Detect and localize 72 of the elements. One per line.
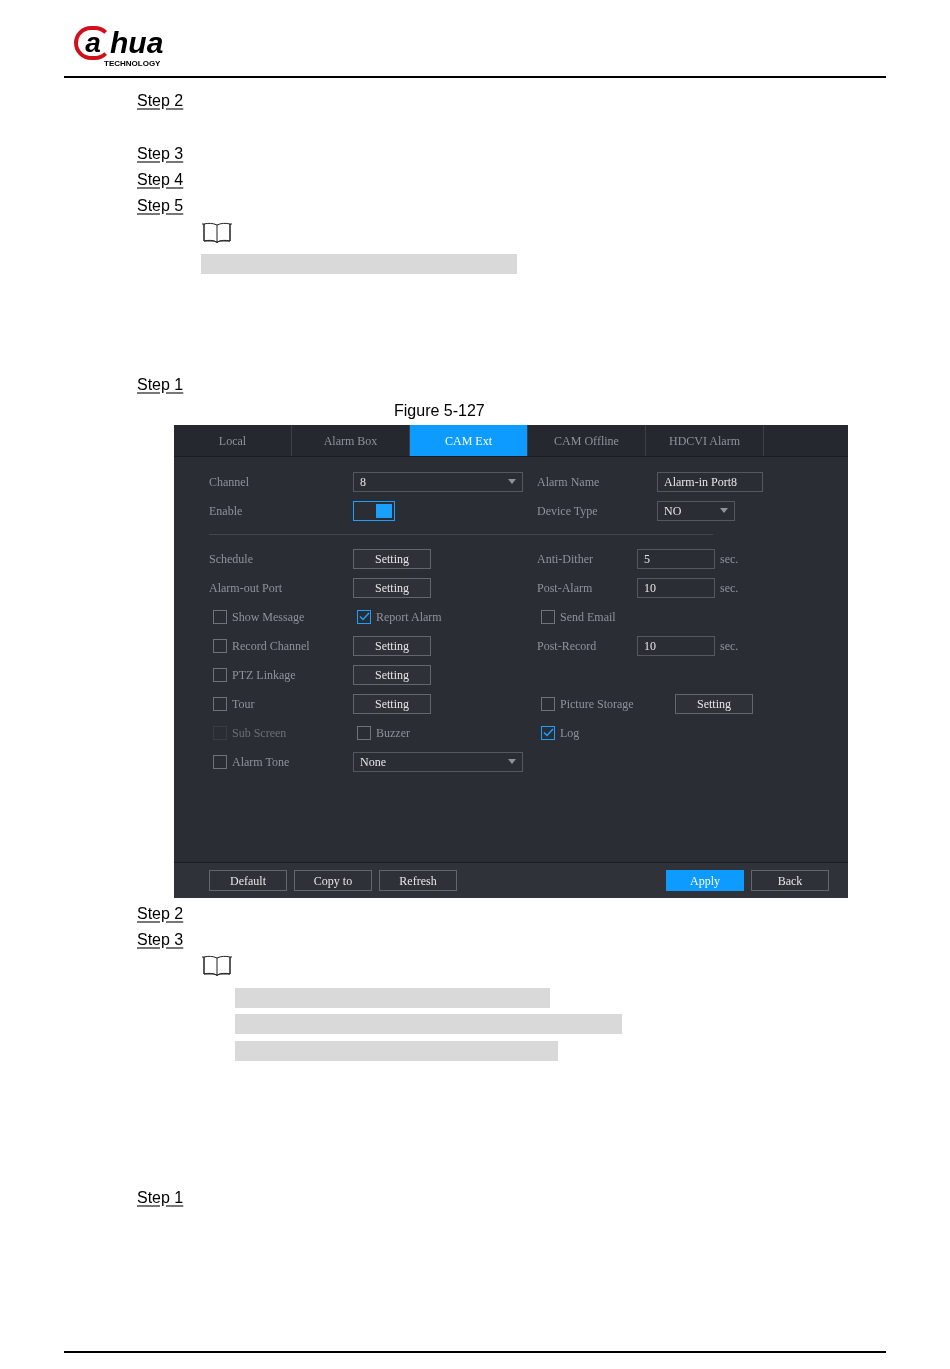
- checkbox[interactable]: [213, 638, 227, 653]
- checkbox-label: Buzzer: [376, 724, 410, 742]
- checkbox-label: Record Channel: [232, 637, 310, 655]
- tab[interactable]: HDCVI Alarm: [646, 425, 764, 456]
- checkbox[interactable]: [213, 754, 227, 769]
- checkbox-label: Sub Screen: [232, 724, 287, 742]
- checkbox-label: Tour: [232, 695, 255, 713]
- step-label: Step 1: [137, 375, 184, 395]
- checkbox-label: PTZ Linkage: [232, 666, 296, 684]
- setting-button[interactable]: Setting: [353, 693, 431, 714]
- dropdown[interactable]: NO: [657, 500, 735, 521]
- field-label: Post-Record: [537, 637, 597, 655]
- caret-icon: [508, 479, 516, 484]
- text-field[interactable]: 10: [637, 635, 715, 656]
- tab[interactable]: Local: [174, 425, 292, 456]
- toggle-switch[interactable]: [353, 500, 395, 521]
- field-label: Channel: [209, 473, 249, 491]
- checkbox[interactable]: [541, 725, 555, 740]
- footer-button[interactable]: Refresh: [379, 870, 457, 891]
- logo-tagline: TECHNOLOGY: [104, 60, 162, 68]
- field-label: Post-Alarm: [537, 579, 593, 597]
- checkbox[interactable]: [357, 609, 371, 624]
- setting-button[interactable]: Setting: [353, 548, 431, 569]
- setting-button[interactable]: Setting: [353, 635, 431, 656]
- checkbox-label: Send Email: [560, 608, 616, 626]
- footer-button[interactable]: Back: [751, 870, 829, 891]
- dropdown[interactable]: None: [353, 751, 523, 772]
- checkmark-icon: [358, 612, 370, 621]
- step-label: Step 3: [137, 144, 184, 164]
- unit-label: sec.: [720, 550, 739, 568]
- checkbox[interactable]: [213, 667, 227, 682]
- text-field[interactable]: 10: [637, 577, 715, 598]
- step-label: Step 2: [137, 91, 184, 111]
- field-label: Alarm Name: [537, 473, 600, 491]
- text-field[interactable]: Alarm-in Port8: [657, 471, 763, 492]
- checkbox-label: Picture Storage: [560, 695, 634, 713]
- caret-icon: [720, 508, 728, 513]
- checkbox[interactable]: [541, 696, 555, 711]
- setting-button[interactable]: Setting: [353, 664, 431, 685]
- setting-button[interactable]: Setting: [353, 577, 431, 598]
- footer-button[interactable]: Copy to: [294, 870, 372, 891]
- unit-label: sec.: [720, 579, 739, 597]
- checkbox-label: Log: [560, 724, 580, 742]
- step-label: Step 2: [137, 904, 184, 924]
- step-label: Step 3: [137, 930, 184, 950]
- field-label: Enable: [209, 502, 243, 520]
- logo-wordmark: hua: [110, 28, 164, 58]
- dropdown[interactable]: 8: [353, 471, 523, 492]
- field-label: Alarm-out Port: [209, 579, 282, 597]
- step-label: Step 1: [137, 1188, 184, 1208]
- field-label: Anti-Dither: [537, 550, 593, 568]
- checkbox[interactable]: [213, 609, 227, 624]
- checkbox[interactable]: [213, 696, 227, 711]
- figure-caption: Figure 5-127: [394, 401, 485, 421]
- unit-label: sec.: [720, 637, 739, 655]
- checkbox-label: Show Message: [232, 608, 305, 626]
- step-label: Step 4: [137, 170, 184, 190]
- checkbox-label: Report Alarm: [376, 608, 442, 626]
- field-label: Schedule: [209, 550, 253, 568]
- footer-button[interactable]: Default: [209, 870, 287, 891]
- checkbox[interactable]: [541, 609, 555, 624]
- caret-icon: [508, 759, 516, 764]
- text-field[interactable]: 5: [637, 548, 715, 569]
- tab[interactable]: CAM Offline: [528, 425, 646, 456]
- checkbox-label: Alarm Tone: [232, 753, 290, 771]
- field-label: Device Type: [537, 502, 598, 520]
- book-icon: [201, 222, 233, 244]
- checkbox[interactable]: [357, 725, 371, 740]
- step-label: Step 5: [137, 196, 184, 216]
- checkmark-icon: [542, 728, 554, 737]
- setting-button[interactable]: Setting: [675, 693, 753, 714]
- book-icon: [201, 955, 233, 977]
